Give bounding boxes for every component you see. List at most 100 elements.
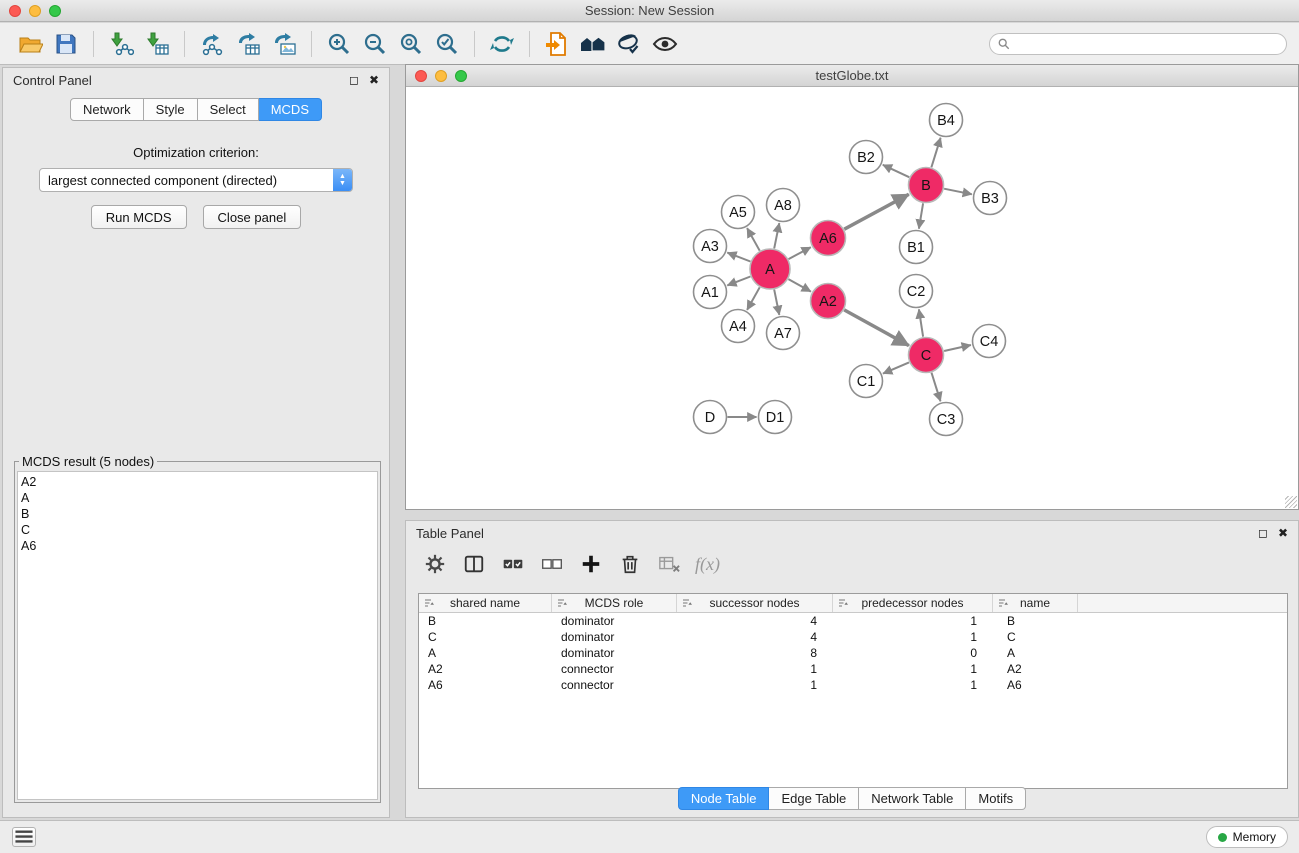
save-session-button[interactable] <box>48 27 84 61</box>
node-D[interactable]: D <box>694 401 727 434</box>
tab-network[interactable]: Network <box>70 98 144 121</box>
close-network-window-button[interactable] <box>415 70 427 82</box>
edge-C-C4[interactable] <box>944 345 971 351</box>
export-network-button[interactable] <box>194 27 230 61</box>
tab-network-table[interactable]: Network Table <box>859 787 966 810</box>
table-settings-button[interactable] <box>422 551 448 577</box>
import-network-button[interactable] <box>103 27 139 61</box>
node-B1[interactable]: B1 <box>900 231 933 264</box>
open-session-button[interactable] <box>12 27 48 61</box>
column-header-predecessor-nodes[interactable]: predecessor nodes <box>833 594 993 612</box>
mcds-result-item[interactable]: C <box>21 522 374 538</box>
node-A4[interactable]: A4 <box>722 310 755 343</box>
zoom-window-button[interactable] <box>49 5 61 17</box>
node-C3[interactable]: C3 <box>930 403 963 436</box>
edge-A-A3[interactable] <box>727 253 750 262</box>
node-C1[interactable]: C1 <box>850 365 883 398</box>
network-canvas[interactable]: A A6 A2 B C A5 A8 A3 A1A4 A7 B2 B4 B3 B1 C2 C4 C1 C3 D D1 <box>406 87 1298 509</box>
tab-select[interactable]: Select <box>198 98 259 121</box>
float-table-panel-icon[interactable]: ◻ <box>1258 527 1268 539</box>
select-all-rows-button[interactable] <box>500 551 526 577</box>
window-resize-grip[interactable] <box>1285 496 1297 508</box>
tab-style[interactable]: Style <box>144 98 198 121</box>
close-panel-button[interactable]: Close panel <box>203 205 302 229</box>
node-B4[interactable]: B4 <box>930 104 963 137</box>
add-column-button[interactable] <box>578 551 604 577</box>
toggle-style-button[interactable] <box>611 27 647 61</box>
edge-A-A4[interactable] <box>747 287 760 310</box>
table-row[interactable]: Adominator80A <box>419 645 1287 661</box>
table-row[interactable]: Bdominator41B <box>419 613 1287 629</box>
close-window-button[interactable] <box>9 5 21 17</box>
zoom-out-button[interactable] <box>357 27 393 61</box>
delete-table-button[interactable] <box>656 551 682 577</box>
node-C[interactable]: C <box>909 338 944 373</box>
float-panel-icon[interactable]: ◻ <box>349 74 359 86</box>
edge-A2-C[interactable] <box>844 310 909 346</box>
column-header-MCDS-role[interactable]: MCDS role <box>552 594 677 612</box>
node-A7[interactable]: A7 <box>767 317 800 350</box>
network-window-titlebar[interactable]: testGlobe.txt <box>406 65 1298 87</box>
zoom-selected-button[interactable] <box>429 27 465 61</box>
node-B2[interactable]: B2 <box>850 141 883 174</box>
export-table-button[interactable] <box>230 27 266 61</box>
edge-A-A5[interactable] <box>747 228 760 251</box>
import-table-button[interactable] <box>139 27 175 61</box>
edge-B-B2[interactable] <box>883 165 909 177</box>
close-table-panel-icon[interactable]: ✖ <box>1278 527 1288 539</box>
node-A2[interactable]: A2 <box>811 284 846 319</box>
node-D1[interactable]: D1 <box>759 401 792 434</box>
deselect-all-rows-button[interactable] <box>539 551 565 577</box>
node-A6[interactable]: A6 <box>811 221 846 256</box>
apply-layout-button[interactable] <box>484 27 520 61</box>
node-C2[interactable]: C2 <box>900 275 933 308</box>
edge-A-A2[interactable] <box>788 279 811 292</box>
tab-motifs[interactable]: Motifs <box>966 787 1026 810</box>
run-mcds-button[interactable]: Run MCDS <box>91 205 187 229</box>
open-recent-session-button[interactable] <box>539 27 575 61</box>
node-B3[interactable]: B3 <box>974 182 1007 215</box>
column-header-name[interactable]: name <box>993 594 1078 612</box>
home-button[interactable] <box>575 27 611 61</box>
table-row[interactable]: A2connector11A2 <box>419 661 1287 677</box>
edge-A6-B[interactable] <box>844 194 909 229</box>
show-graphics-details-button[interactable] <box>647 27 683 61</box>
mcds-result-item[interactable]: A6 <box>21 538 374 554</box>
table-row[interactable]: A6connector11A6 <box>419 677 1287 693</box>
mcds-result-item[interactable]: A <box>21 490 374 506</box>
tab-mcds[interactable]: MCDS <box>259 98 322 121</box>
edge-A-A6[interactable] <box>789 247 811 259</box>
edge-B-B4[interactable] <box>931 138 940 168</box>
edge-B-B3[interactable] <box>944 189 972 195</box>
tab-edge-table[interactable]: Edge Table <box>769 787 859 810</box>
node-A5[interactable]: A5 <box>722 196 755 229</box>
mcds-result-list[interactable]: A2ABCA6 <box>17 471 378 800</box>
table-row[interactable]: Cdominator41C <box>419 629 1287 645</box>
delete-column-button[interactable] <box>617 551 643 577</box>
criterion-dropdown[interactable]: largest connected component (directed) ▲… <box>39 168 353 192</box>
mcds-result-item[interactable]: A2 <box>21 474 374 490</box>
function-builder-button[interactable]: f(x) <box>695 554 720 575</box>
edge-C-C3[interactable] <box>932 373 941 402</box>
minimize-network-window-button[interactable] <box>435 70 447 82</box>
column-header-successor-nodes[interactable]: successor nodes <box>677 594 833 612</box>
node-A[interactable]: A <box>750 249 790 289</box>
node-B[interactable]: B <box>909 168 944 203</box>
node-C4[interactable]: C4 <box>973 325 1006 358</box>
zoom-network-window-button[interactable] <box>455 70 467 82</box>
edge-C-C2[interactable] <box>919 309 923 336</box>
mcds-result-item[interactable]: B <box>21 506 374 522</box>
edge-A-A8[interactable] <box>774 223 779 248</box>
edge-C-C1[interactable] <box>883 362 909 373</box>
close-panel-icon[interactable]: ✖ <box>369 74 379 86</box>
node-A8[interactable]: A8 <box>767 189 800 222</box>
node-A3[interactable]: A3 <box>694 230 727 263</box>
network-graph[interactable]: A A6 A2 B C A5 A8 A3 A1A4 A7 B2 B4 B3 B1 C2 C4 C1 C3 D D1 <box>406 87 1298 509</box>
edge-B-B1[interactable] <box>919 203 923 228</box>
task-history-button[interactable] <box>12 827 36 847</box>
zoom-fit-button[interactable] <box>393 27 429 61</box>
edge-A-A1[interactable] <box>727 277 750 286</box>
column-header-shared-name[interactable]: shared name <box>419 594 552 612</box>
node-A1[interactable]: A1 <box>694 276 727 309</box>
memory-button[interactable]: Memory <box>1206 826 1288 848</box>
